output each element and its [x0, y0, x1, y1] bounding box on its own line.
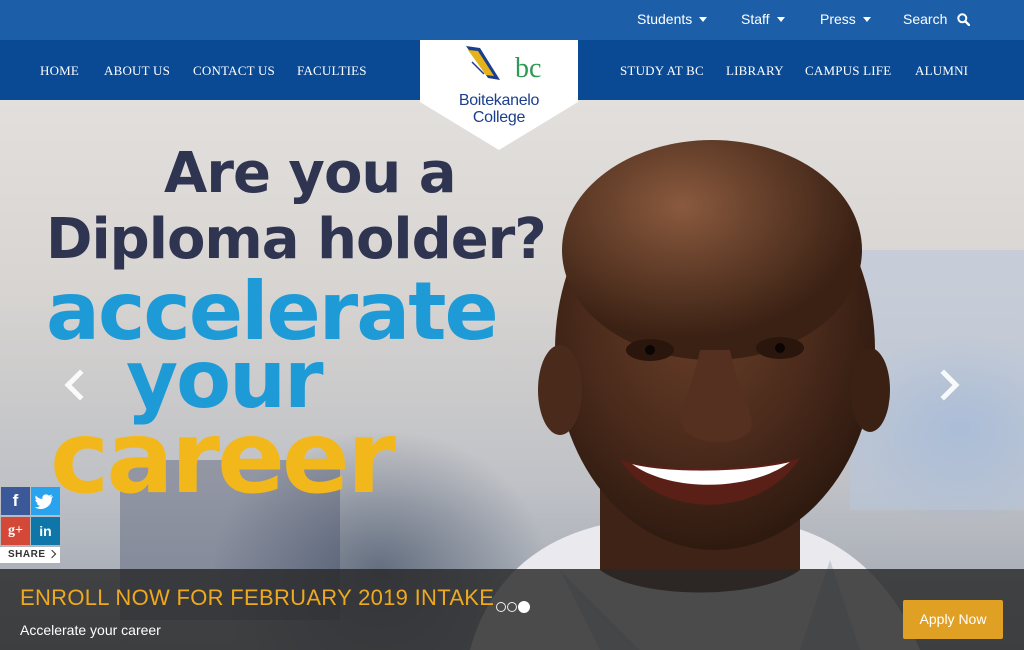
facebook-icon: f	[12, 491, 19, 510]
search-label: Search	[903, 11, 948, 27]
logo-name-line-1: Boitekanelo	[458, 92, 540, 109]
slide-dot-1[interactable]	[496, 602, 506, 612]
slide-dot-2[interactable]	[507, 602, 517, 612]
slider-next-button[interactable]	[934, 368, 964, 402]
hero-photo	[120, 140, 1024, 650]
top-utility-bar: Students Staff Press Search	[0, 0, 1024, 40]
nav-about-us[interactable]: ABOUT US	[104, 40, 170, 100]
nav-campus-life[interactable]: CAMPUS LIFE	[805, 40, 891, 100]
caption-subtitle: Accelerate your career	[20, 622, 161, 638]
staff-label: Staff	[741, 11, 770, 27]
search-icon	[957, 13, 971, 26]
logo-name-line-2: College	[472, 109, 526, 126]
logo-mark: bc	[515, 53, 541, 84]
nav-study-at-bc[interactable]: STUDY AT BC	[620, 40, 704, 100]
facebook-share-button[interactable]: f	[1, 487, 30, 515]
google-plus-share-button[interactable]: g+	[1, 517, 30, 545]
nav-library[interactable]: LIBRARY	[726, 40, 784, 100]
caption-title: ENROLL NOW FOR FEBRUARY 2019 INTAKE	[20, 585, 495, 610]
nav-home[interactable]: HOME	[40, 40, 79, 100]
press-menu[interactable]: Press	[820, 0, 871, 40]
staff-menu[interactable]: Staff	[741, 0, 785, 40]
apply-now-button[interactable]: Apply Now	[903, 600, 1003, 639]
linkedin-icon: in	[39, 523, 52, 539]
caret-down-icon	[862, 17, 871, 22]
chevron-left-icon	[64, 369, 84, 401]
slide-caption: ENROLL NOW FOR FEBRUARY 2019 INTAKE Acce…	[0, 569, 1024, 650]
students-menu[interactable]: Students	[637, 0, 708, 40]
students-label: Students	[637, 11, 693, 27]
twitter-share-button[interactable]	[31, 487, 60, 515]
search-button[interactable]: Search	[903, 0, 971, 40]
caret-down-icon	[776, 17, 785, 22]
chevron-right-icon	[940, 369, 960, 401]
linkedin-share-button[interactable]: in	[31, 517, 60, 545]
caret-down-icon	[699, 17, 708, 22]
nav-contact-us[interactable]: CONTACT US	[193, 40, 275, 100]
slide-dot-3[interactable]	[518, 601, 530, 613]
college-logo[interactable]: bc Boitekanelo College	[420, 40, 578, 150]
press-label: Press	[820, 11, 856, 27]
google-plus-icon: g+	[8, 523, 23, 538]
nav-alumni[interactable]: ALUMNI	[915, 40, 968, 100]
share-toggle[interactable]: SHARE	[0, 547, 60, 563]
nav-faculties[interactable]: FACULTIES	[297, 40, 367, 100]
slider-prev-button[interactable]	[60, 368, 90, 402]
hero-slider: Are you a Diploma holder? accelerate you…	[0, 100, 1024, 650]
twitter-icon	[34, 494, 53, 510]
